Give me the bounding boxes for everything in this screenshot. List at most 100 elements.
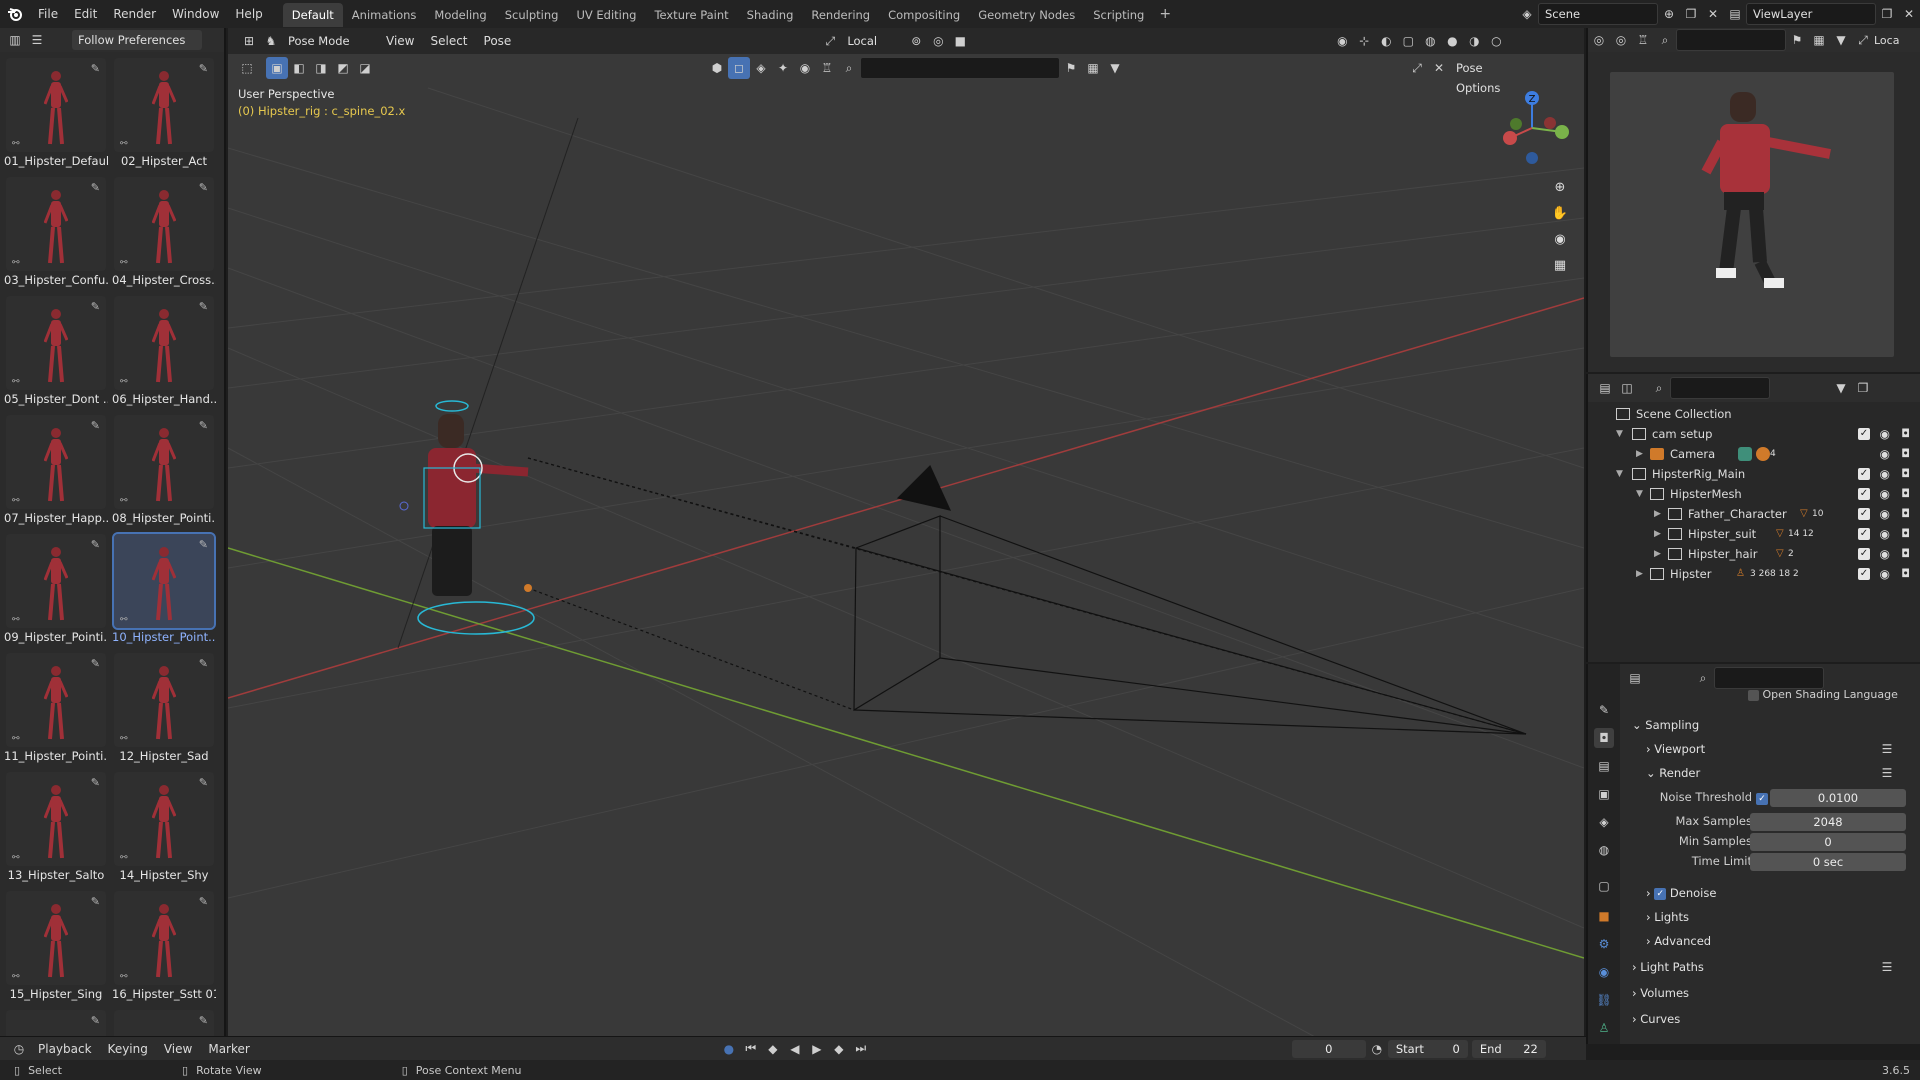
presets-icon[interactable]: ☰	[1876, 738, 1898, 760]
object-color-icon[interactable]: ⬢	[706, 57, 728, 79]
mode-dropdown[interactable]: Pose Mode	[282, 31, 378, 51]
new-collection-icon[interactable]: ❐	[1852, 377, 1874, 399]
render-camera-icon[interactable]: ◘	[1901, 444, 1910, 464]
edit-asset-icon[interactable]: ✎	[91, 1014, 100, 1027]
preview-search-icon[interactable]: ⌕	[1654, 29, 1676, 51]
menu-select[interactable]: Select	[422, 34, 475, 48]
edit-asset-icon[interactable]: ✎	[91, 419, 100, 432]
new-scene-icon[interactable]: ❐	[1680, 3, 1702, 25]
3d-viewport[interactable]: ⊞ ♞ Pose Mode View Select Pose ⤢ Local ⊚…	[228, 28, 1584, 1044]
menu-window[interactable]: Window	[164, 0, 227, 28]
select-subtract-icon[interactable]: ◨	[310, 57, 332, 79]
menu-pose[interactable]: Pose	[476, 34, 520, 48]
eye-icon[interactable]: ◉	[1880, 424, 1890, 444]
select-invert-icon[interactable]: ◩	[332, 57, 354, 79]
filter-icon[interactable]: ▼	[1104, 57, 1126, 79]
blender-logo-icon[interactable]	[0, 0, 30, 28]
modifier-tab-icon[interactable]: ⚙	[1594, 934, 1614, 954]
pivot-icon[interactable]: ⊚	[905, 30, 927, 52]
outliner-row-father-character[interactable]: ▶ Father_Character ▽ 10 ✓ ◉ ◘	[1588, 504, 1920, 524]
eye-icon[interactable]: ◉	[1880, 544, 1890, 564]
auto-keying-icon[interactable]: ●	[718, 1038, 740, 1060]
asset-thumbnail[interactable]: ✎ ⚯	[114, 58, 214, 152]
play-icon[interactable]: ▶	[806, 1038, 828, 1060]
render-camera-icon[interactable]: ◘	[1901, 464, 1910, 484]
display-mode-icon[interactable]: ◫	[1616, 377, 1638, 399]
physics-tab-icon[interactable]: ◉	[1594, 962, 1614, 982]
exclude-checkbox[interactable]: ✓	[1858, 428, 1870, 440]
render-camera-icon[interactable]: ◘	[1901, 504, 1910, 524]
asset-thumbnail[interactable]: ✎ ⚯	[112, 532, 216, 630]
asset-tile[interactable]: ✎ ⚯ 13_Hipster_Salto	[4, 770, 108, 886]
filter-armature-icon[interactable]: ◈	[750, 57, 772, 79]
tab-shading[interactable]: Shading	[738, 3, 803, 27]
data-tab-icon[interactable]: ♙	[1594, 1018, 1614, 1038]
edit-asset-icon[interactable]: ✎	[91, 300, 100, 313]
noise-threshold-checkbox[interactable]: ✓	[1756, 791, 1768, 805]
tab-texture-paint[interactable]: Texture Paint	[645, 3, 737, 27]
camera-view-icon[interactable]: ◉	[1548, 228, 1572, 252]
eye-icon[interactable]: ◉	[1880, 504, 1890, 524]
expand-arrow-icon[interactable]: ▶	[1654, 524, 1661, 544]
gizmo-icon[interactable]: ⊹	[1353, 30, 1375, 52]
add-workspace-icon[interactable]: +	[1153, 6, 1177, 22]
sampling-panel[interactable]: ⌄ Sampling	[1632, 714, 1699, 736]
constraint-tab-icon[interactable]: ⛓	[1594, 990, 1614, 1010]
exclude-checkbox[interactable]: ✓	[1858, 468, 1870, 480]
world-tab-icon[interactable]: ◍	[1594, 840, 1614, 860]
filter-camera-icon[interactable]: ◉	[794, 57, 816, 79]
snap-icon[interactable]: ◎	[927, 30, 949, 52]
end-frame-field[interactable]: End 22	[1471, 1039, 1546, 1058]
edit-asset-icon[interactable]: ✎	[91, 895, 100, 908]
tool-tab-icon[interactable]: ✎	[1594, 700, 1614, 720]
asset-tile[interactable]: ✎ ⚯ 09_Hipster_Pointi...	[4, 532, 108, 648]
eye-icon[interactable]: ◉	[1880, 564, 1890, 584]
edit-asset-icon[interactable]: ✎	[199, 895, 208, 908]
render-camera-icon[interactable]: ◘	[1901, 484, 1910, 504]
select-new-icon[interactable]: ▣	[266, 57, 288, 79]
scene-field[interactable]: Scene	[1538, 3, 1658, 25]
curves-panel[interactable]: › Curves	[1632, 1008, 1680, 1030]
expand-arrow-icon[interactable]: ▼	[1636, 484, 1643, 504]
jump-start-icon[interactable]: ⏮	[740, 1038, 762, 1060]
preview-search-input[interactable]	[1676, 29, 1786, 51]
new-view-layer-icon[interactable]: ❐	[1876, 3, 1898, 25]
edit-asset-icon[interactable]: ✎	[199, 300, 208, 313]
menu-marker[interactable]: Marker	[200, 1042, 257, 1056]
outliner-row-camera[interactable]: ▶ Camera 4 ◉ ◘	[1588, 444, 1920, 464]
filter-light-icon[interactable]: ✦	[772, 57, 794, 79]
material-shading-icon[interactable]: ◑	[1463, 30, 1485, 52]
exclude-checkbox[interactable]: ✓	[1858, 568, 1870, 580]
time-limit-field[interactable]: 0 sec	[1750, 853, 1906, 871]
menu-edit[interactable]: Edit	[66, 0, 105, 28]
object-tab-icon[interactable]: ■	[1594, 906, 1614, 926]
light-paths-panel[interactable]: › Light Paths	[1632, 956, 1704, 978]
asset-thumbnail[interactable]: ✎ ⚯	[6, 296, 106, 390]
asset-tile[interactable]: ✎ ⚯ 05_Hipster_Dont ...	[4, 294, 108, 410]
outliner-editor-icon[interactable]: ▤	[1594, 377, 1616, 399]
exclude-checkbox[interactable]: ✓	[1858, 488, 1870, 500]
tab-rendering[interactable]: Rendering	[802, 3, 879, 27]
menu-playback[interactable]: Playback	[30, 1042, 100, 1056]
orientation-dropdown[interactable]: Local	[841, 31, 905, 51]
viewport-search-input[interactable]	[860, 57, 1060, 79]
props-editor-icon[interactable]: ▤	[1624, 667, 1646, 689]
pose-mode-icon[interactable]: ♞	[260, 30, 282, 52]
outliner-row-hipstermesh[interactable]: ▼ HipsterMesh ✓ ◉ ◘	[1588, 484, 1920, 504]
menu-keying[interactable]: Keying	[100, 1042, 156, 1056]
menu-file[interactable]: File	[30, 0, 66, 28]
close-tool-icon[interactable]: ✕	[1428, 57, 1450, 79]
asset-tile[interactable]: ✎ ⚯ 06_Hipster_Hand...	[112, 294, 216, 410]
asset-thumbnail[interactable]: ✎ ⚯	[6, 415, 106, 509]
advanced-subpanel[interactable]: › Advanced	[1646, 930, 1711, 952]
asset-tile[interactable]: ✎ ⚯ 04_Hipster_Cross...	[112, 175, 216, 291]
menu-timeline-view[interactable]: View	[156, 1042, 200, 1056]
osl-option[interactable]: Open Shading Language	[1748, 688, 1898, 701]
preview-icon-a[interactable]: ◎	[1588, 29, 1610, 51]
zoom-icon[interactable]: ⊕	[1548, 176, 1572, 200]
timeline-editor-icon[interactable]: ◷	[8, 1038, 30, 1060]
outliner-row-hipster-hair[interactable]: ▶ Hipster_hair ▽ 2 ✓ ◉ ◘	[1588, 544, 1920, 564]
expand-arrow-icon[interactable]: ▶	[1654, 544, 1661, 564]
collection-tab-icon[interactable]: ▢	[1594, 876, 1614, 896]
select-extend-icon[interactable]: ◧	[288, 57, 310, 79]
